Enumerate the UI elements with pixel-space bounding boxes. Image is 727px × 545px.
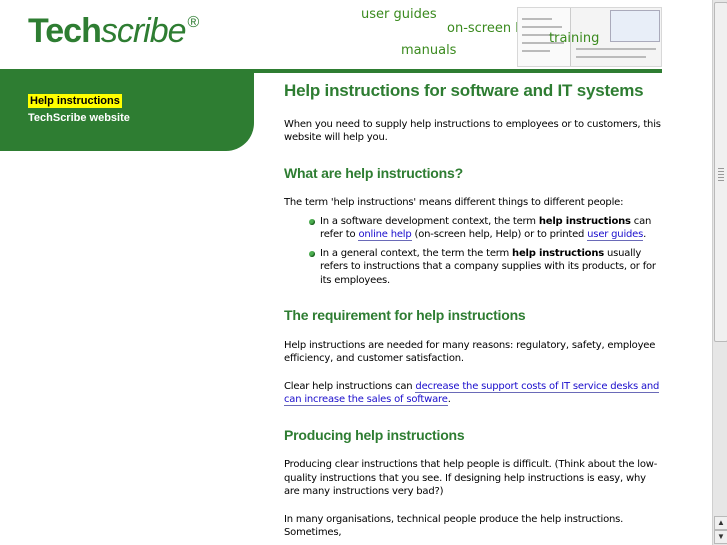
logo-tech: Tech <box>28 12 102 50</box>
intro-paragraph: When you need to supply help instruction… <box>284 118 661 144</box>
site-header: Techscribe ® user guides on-screen help m… <box>0 0 712 72</box>
user-guides-link[interactable]: user guides <box>587 229 643 241</box>
requirement-paragraph: Help instructions are needed for many re… <box>284 339 656 365</box>
support-costs-paragraph: Clear help instructions can decrease the… <box>284 380 660 406</box>
page-title: Help instructions for software and IT sy… <box>284 81 644 100</box>
scrollbar-thumb[interactable] <box>714 2 727 342</box>
heading-producing: Producing help instructions <box>284 426 465 443</box>
definition-lead: The term 'help instructions' means diffe… <box>284 197 624 208</box>
sidebar-item-techscribe-website[interactable]: TechScribe website <box>28 112 130 124</box>
scroll-down-arrow-icon[interactable]: ▼ <box>714 530 727 544</box>
vertical-scrollbar[interactable]: ▲ ▼ <box>712 0 727 545</box>
main-content: Help instructions for software and IT sy… <box>284 81 664 540</box>
producing-paragraph: Producing clear instructions that help p… <box>284 459 658 497</box>
techscribe-logo[interactable]: Techscribe ® <box>28 12 200 51</box>
definition-list: In a software development context, the t… <box>284 215 664 288</box>
nav-training[interactable]: training <box>549 31 599 46</box>
nav-user-guides[interactable]: user guides <box>361 7 437 22</box>
grip-icon <box>718 168 724 182</box>
heading-what-are: What are help instructions? <box>284 164 463 181</box>
online-help-link[interactable]: online help <box>358 229 412 241</box>
list-item: In a general context, the term the term … <box>284 247 664 288</box>
sidebar-item-help-instructions[interactable]: Help instructions <box>28 94 122 108</box>
screenshot-window <box>610 10 660 42</box>
registered-mark: ® <box>187 14 200 31</box>
nav-manuals[interactable]: manuals <box>401 43 456 58</box>
heading-requirement: The requirement for help instructions <box>284 307 526 323</box>
organisations-paragraph: In many organisations, technical people … <box>284 513 624 539</box>
sidebar: Help instructions TechScribe website <box>0 73 254 151</box>
logo-scribe: scribe <box>100 12 187 50</box>
list-item: In a software development context, the t… <box>284 215 664 242</box>
scroll-up-arrow-icon[interactable]: ▲ <box>714 516 727 530</box>
